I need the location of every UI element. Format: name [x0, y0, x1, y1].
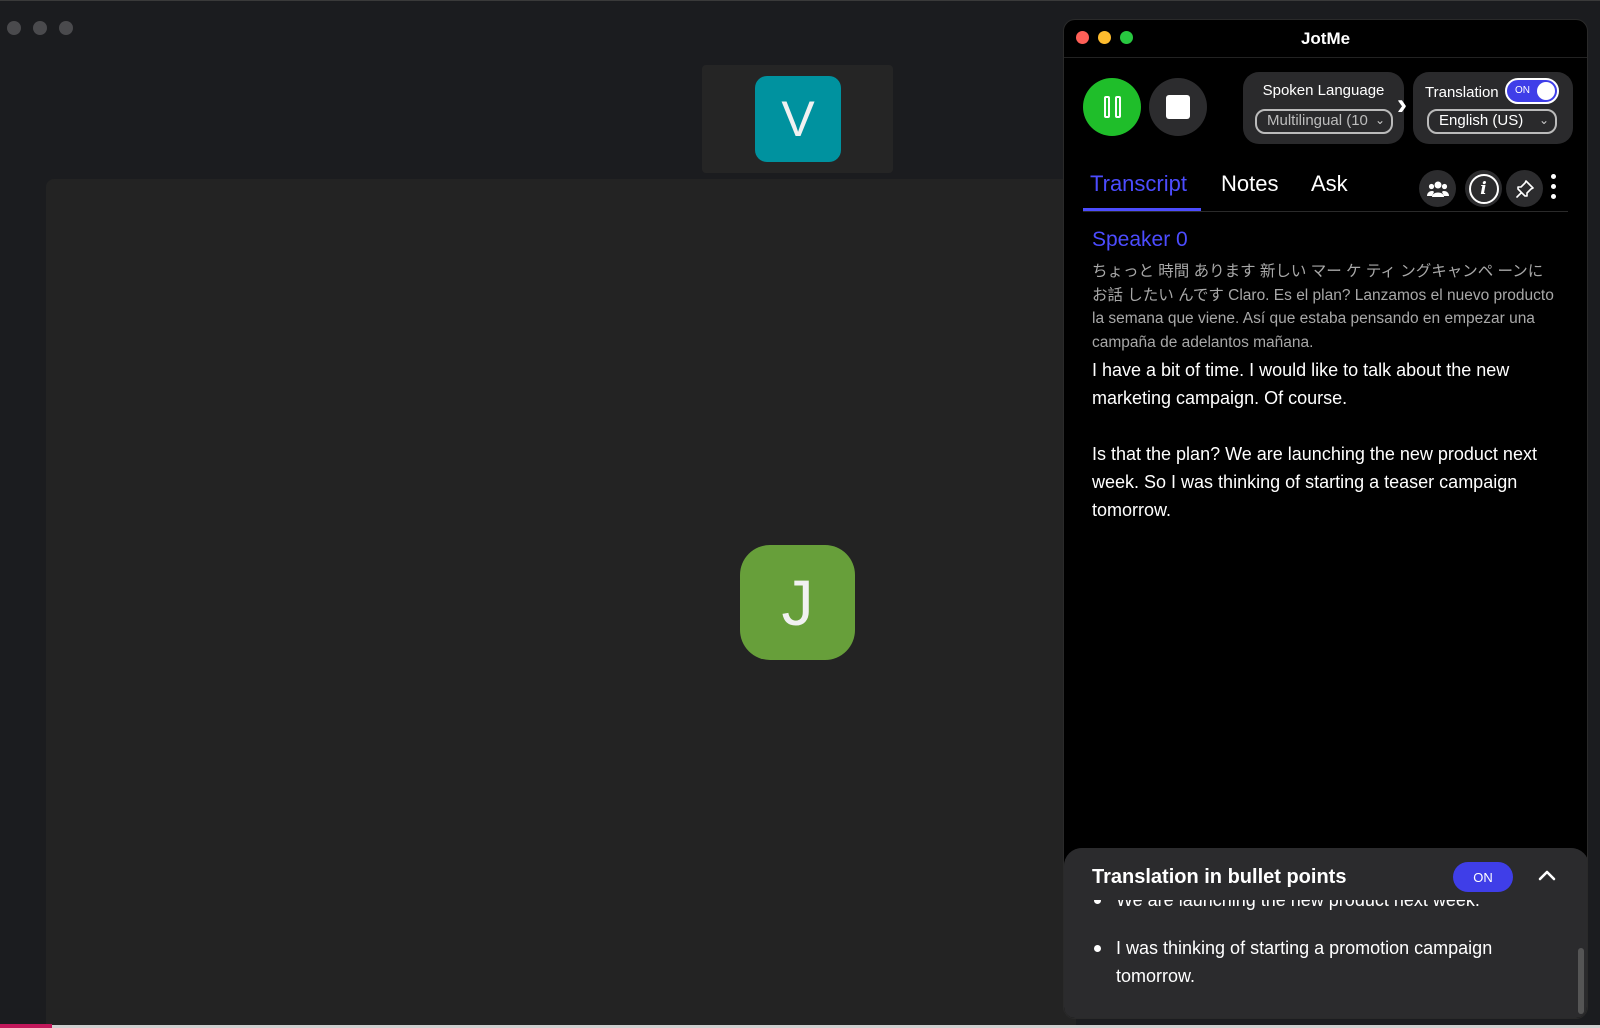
target-language-value: English (US)	[1439, 112, 1524, 129]
info-icon: i	[1468, 173, 1499, 204]
minimize-dot[interactable]	[33, 21, 47, 35]
participant-thumbnail[interactable]: V	[702, 65, 893, 173]
dock-indicator	[0, 1024, 52, 1028]
bullet-list: We are launching the new product next we…	[1092, 898, 1562, 990]
original-text: ちょっと 時間 あります 新しい マー ケ ティ ングキャンペ ーンに お話 し…	[1092, 263, 1554, 351]
bullet-translation-panel: We are launching the new product next we…	[1064, 848, 1587, 1018]
zoom-dot[interactable]	[59, 21, 73, 35]
bullet-panel-header: Translation in bullet points ON	[1064, 848, 1587, 900]
chevron-up-icon[interactable]	[1534, 862, 1560, 888]
active-tab-indicator	[1083, 208, 1201, 211]
bullet-item: We are launching the new product next we…	[1092, 898, 1562, 914]
bullet-list-viewport[interactable]: We are launching the new product next we…	[1064, 898, 1587, 1018]
target-language-select[interactable]: English (US) ⌄	[1427, 109, 1557, 134]
translated-paragraph: Is that the plan? We are launching the n…	[1092, 444, 1537, 520]
stop-button[interactable]	[1149, 78, 1207, 136]
more-options-icon[interactable]	[1551, 174, 1556, 199]
translation-toggle[interactable]: ON	[1505, 78, 1559, 104]
translation-label: Translation	[1425, 84, 1499, 101]
bullet-panel-title: Translation in bullet points	[1092, 866, 1347, 888]
spoken-language-select[interactable]: Multilingual (10 ⌄	[1255, 109, 1393, 134]
panel-tabs: Transcript Notes Ask i	[1083, 166, 1568, 212]
participant-avatar-j: J	[740, 545, 855, 660]
translated-text: I have a bit of time. I would like to ta…	[1092, 356, 1559, 524]
scrollbar[interactable]	[1578, 948, 1584, 1014]
speaker-label: Speaker 0	[1092, 228, 1188, 251]
jotme-panel: JotMe Spoken Language Multilingual (10 ⌄…	[1063, 19, 1588, 1019]
people-icon	[1426, 181, 1449, 197]
participants-button[interactable]	[1419, 170, 1456, 207]
app-title: JotMe	[1300, 29, 1351, 48]
recording-controls: Spoken Language Multilingual (10 ⌄ ›› Tr…	[1064, 58, 1587, 166]
tab-transcript[interactable]: Transcript	[1090, 171, 1187, 197]
bullet-toggle[interactable]: ON	[1453, 862, 1513, 892]
spoken-language-value: Multilingual (10	[1267, 112, 1368, 129]
tab-ask[interactable]: Ask	[1311, 171, 1348, 197]
toggle-knob	[1537, 82, 1555, 100]
spoken-language-label: Spoken Language	[1262, 82, 1385, 99]
translation-box: Translation ON English (US) ⌄	[1413, 72, 1573, 144]
close-dot[interactable]	[7, 21, 21, 35]
pause-button[interactable]	[1083, 78, 1141, 136]
meeting-window: V J JotMe Spoken Language Multilingual (…	[0, 0, 1600, 1028]
participant-avatar-v: V	[755, 76, 841, 162]
pause-icon	[1103, 96, 1110, 118]
spoken-language-box: Spoken Language Multilingual (10 ⌄	[1243, 72, 1404, 144]
translated-paragraph: I have a bit of time. I would like to ta…	[1092, 360, 1510, 408]
window-controls	[7, 21, 73, 35]
info-button[interactable]: i	[1465, 170, 1502, 207]
chevron-down-icon: ⌄	[1538, 113, 1549, 127]
panel-titlebar[interactable]: JotMe	[1064, 20, 1587, 58]
transcript-area: Speaker 0 ちょっと 時間 あります 新しい マー ケ ティ ングキャン…	[1064, 212, 1587, 524]
stop-icon	[1166, 95, 1190, 119]
main-video-stage	[46, 179, 1076, 1028]
chevron-down-icon: ⌄	[1374, 113, 1385, 127]
pin-icon	[1515, 179, 1534, 198]
translation-toggle-text: ON	[1515, 85, 1530, 96]
bullet-item: I was thinking of starting a promotion c…	[1092, 934, 1562, 990]
tab-notes[interactable]: Notes	[1221, 171, 1278, 197]
pin-button[interactable]	[1506, 170, 1543, 207]
